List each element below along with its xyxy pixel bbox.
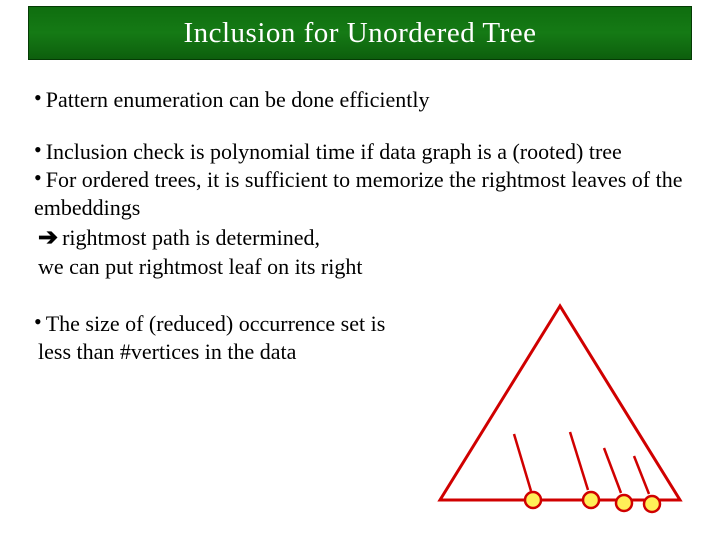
bullet-icon: • [34, 136, 42, 164]
bullet-icon: • [34, 308, 42, 336]
title-bar: Inclusion for Unordered Tree [28, 6, 692, 60]
slide-title: Inclusion for Unordered Tree [183, 17, 536, 50]
text-p3a: The size of (reduced) occurrence set is [46, 311, 386, 336]
node-icon [616, 495, 632, 511]
bullet-icon: • [34, 84, 42, 112]
paragraph-1: •Pattern enumeration can be done efficie… [34, 86, 684, 114]
node-icon [583, 492, 599, 508]
node-icon [525, 492, 541, 508]
text-p2c: rightmost path is determined, [62, 225, 320, 250]
text-p2b: For ordered trees, it is sufficient to m… [34, 167, 683, 220]
text-p3b: less than #vertices in the data [38, 339, 296, 364]
arrow-icon: ➔ [38, 225, 58, 251]
triangle-icon [440, 306, 680, 500]
paragraph-2: •Inclusion check is polynomial time if d… [34, 138, 684, 281]
bullet-icon: • [34, 164, 42, 192]
text-p2a: Inclusion check is polynomial time if da… [46, 139, 622, 164]
text-p2d: we can put rightmost leaf on its right [38, 254, 362, 279]
slide: Inclusion for Unordered Tree •Pattern en… [0, 0, 720, 540]
tree-diagram [430, 300, 690, 520]
node-icon [644, 496, 660, 512]
text-p1: Pattern enumeration can be done efficien… [46, 87, 430, 112]
